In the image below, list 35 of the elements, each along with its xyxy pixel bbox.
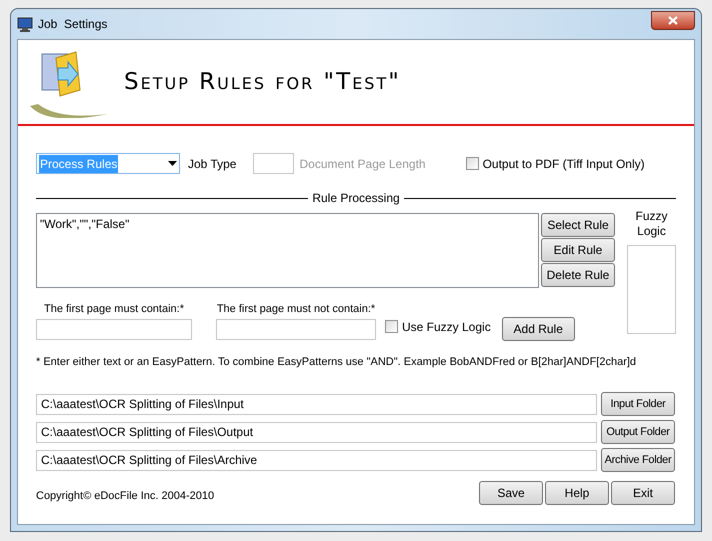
field-label: The first page must contain:* bbox=[44, 302, 184, 317]
folder-button[interactable]: Input Folder bbox=[601, 392, 675, 416]
rule-button[interactable]: Delete Rule bbox=[541, 263, 615, 287]
field-label: The first page must not contain:* bbox=[216, 302, 376, 317]
dropdown-arrow-icon bbox=[168, 161, 177, 166]
page-length-label: Document Page Length bbox=[299, 156, 426, 172]
job-type-label: Job Type bbox=[188, 156, 236, 172]
close-button[interactable] bbox=[651, 10, 695, 30]
computer-icon bbox=[17, 16, 33, 32]
window-title: Job Settings bbox=[38, 16, 108, 33]
close-icon bbox=[668, 16, 678, 24]
select-value: Process Rules bbox=[39, 154, 118, 172]
input-field[interactable] bbox=[216, 318, 376, 340]
rule-button[interactable]: Select Rule bbox=[541, 213, 615, 237]
rule-item[interactable]: "Work","","False" bbox=[40, 215, 535, 233]
fuzzy-logic-title: Fuzzy Logic bbox=[634, 209, 668, 239]
checkbox-label: Use Fuzzy Logic bbox=[402, 318, 491, 336]
header-title: Setup Rules for "Test" bbox=[124, 68, 401, 97]
folder-button[interactable]: Archive Folder bbox=[601, 448, 675, 472]
checkbox[interactable] bbox=[466, 157, 479, 170]
folder-path-field[interactable]: C:\aaatest\OCR Splitting of Files\Input bbox=[36, 394, 597, 414]
section-title: Rule Processing bbox=[311, 190, 401, 207]
checkbox-label: Output to PDF (Tiff Input Only) bbox=[482, 156, 645, 172]
folder-button[interactable]: Output Folder bbox=[601, 420, 675, 444]
copyright-text: Copyright© eDocFile Inc. 2004-2010 bbox=[36, 488, 214, 504]
add-rule-button[interactable]: Add Rule bbox=[502, 316, 575, 340]
checkbox[interactable] bbox=[385, 320, 398, 333]
folder-path-field[interactable]: C:\aaatest\OCR Splitting of Files\Output bbox=[36, 422, 597, 442]
footer-button[interactable]: Exit bbox=[611, 481, 675, 505]
footer-button[interactable]: Help bbox=[545, 481, 609, 505]
folder-path-field[interactable]: C:\aaatest\OCR Splitting of Files\Archive bbox=[36, 450, 597, 470]
pattern-note: * Enter either text or an EasyPattern. To combine EasyPatterns use "AND". Example BobANDFred or B[2har]ANDF[2char]d bbox=[36, 354, 638, 370]
rule-button[interactable]: Edit Rule bbox=[541, 238, 615, 262]
input-field[interactable] bbox=[36, 318, 192, 340]
footer-button[interactable]: Save bbox=[479, 481, 543, 505]
